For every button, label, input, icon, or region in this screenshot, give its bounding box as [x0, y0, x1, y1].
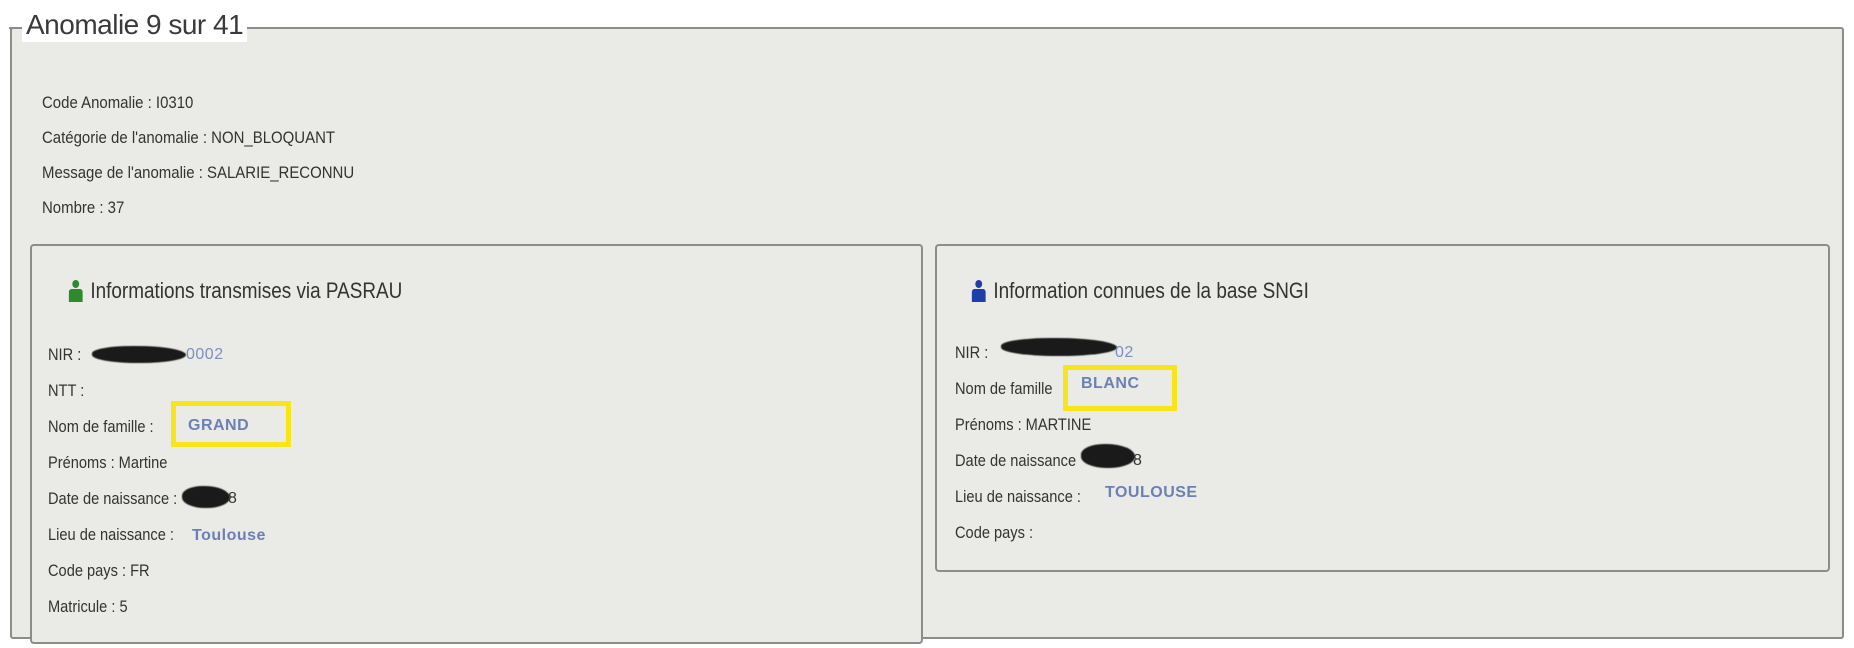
- code-pays-text: Code pays : FR: [48, 561, 150, 580]
- categorie-anomalie: Catégorie de l'anomalie : NON_BLOQUANT: [42, 128, 336, 147]
- lieu-naissance-value: TOULOUSE: [1105, 484, 1198, 501]
- lieu-naissance-value: Toulouse: [192, 527, 266, 544]
- nir-value: 02: [1115, 344, 1134, 361]
- sngi-panel-title: Information connues de la base SNGI: [993, 278, 1309, 303]
- date-naissance-value: 8: [1133, 452, 1143, 469]
- ntt-label: NTT :: [48, 381, 85, 400]
- pasrau-panel-header: Informations transmises via PASRAU: [68, 278, 402, 304]
- highlight-box-grand: [171, 401, 291, 447]
- nom-famille-label: Nom de famille :: [48, 417, 154, 436]
- code-pays-field: Code pays : FR: [48, 560, 198, 596]
- pasrau-fields: NIR : 0002 NTT : Nom de famille : GRAND …: [48, 344, 265, 632]
- redaction-scribble: [1081, 444, 1135, 468]
- user-icon: [971, 280, 986, 302]
- nir-label: NIR :: [955, 343, 989, 362]
- sngi-panel-header: Information connues de la base SNGI: [971, 278, 1309, 304]
- anomaly-summary: Code Anomalie : I0310 Catégorie de l'ano…: [42, 92, 397, 232]
- date-naissance-field: Date de naissance 8: [955, 444, 1142, 486]
- code-anomalie: Code Anomalie : I0310: [42, 93, 194, 112]
- user-icon: [68, 280, 83, 302]
- nir-value: 0002: [186, 346, 224, 363]
- anomaly-title: Anomalie 9 sur 41: [22, 8, 248, 42]
- nombre-anomalie: Nombre : 37: [42, 198, 125, 217]
- nir-label: NIR :: [48, 345, 82, 364]
- lieu-naissance-field: Lieu de naissance : TOULOUSE: [955, 484, 1197, 522]
- date-naissance-value: 8: [228, 490, 238, 507]
- highlight-box-blanc: [1063, 365, 1177, 411]
- lieu-naissance-label: Lieu de naissance :: [48, 525, 174, 544]
- lieu-naissance-label: Lieu de naissance :: [955, 487, 1081, 506]
- message-anomalie: Message de l'anomalie : SALARIE_RECONNU: [42, 163, 355, 182]
- nom-famille-label: Nom de famille: [955, 379, 1053, 398]
- nir-field: NIR : 0002: [48, 344, 223, 380]
- prenoms-text: Prénoms : Martine: [48, 453, 168, 472]
- lieu-naissance-field: Lieu de naissance : Toulouse: [48, 524, 265, 560]
- prenoms-text: Prénoms : MARTINE: [955, 415, 1092, 434]
- date-naissance-label: Date de naissance: [955, 451, 1077, 470]
- redaction-scribble: [92, 346, 186, 363]
- pasrau-panel: Informations transmises via PASRAU NIR :…: [30, 244, 923, 644]
- date-naissance-field: Date de naissance : 8: [48, 486, 237, 524]
- matricule-text: Matricule : 5: [48, 597, 128, 616]
- redaction-scribble: [1001, 338, 1117, 356]
- redaction-scribble: [182, 486, 230, 508]
- code-pays-text: Code pays :: [955, 523, 1034, 542]
- prenoms-field: Prénoms : MARTINE: [955, 414, 1113, 450]
- pasrau-panel-title: Informations transmises via PASRAU: [90, 278, 403, 303]
- fieldset-border-segment: [9, 27, 23, 29]
- matricule-field: Matricule : 5: [48, 596, 198, 632]
- date-naissance-label: Date de naissance :: [48, 489, 178, 508]
- code-pays-field: Code pays :: [955, 522, 1113, 558]
- prenoms-field: Prénoms : Martine: [48, 452, 198, 488]
